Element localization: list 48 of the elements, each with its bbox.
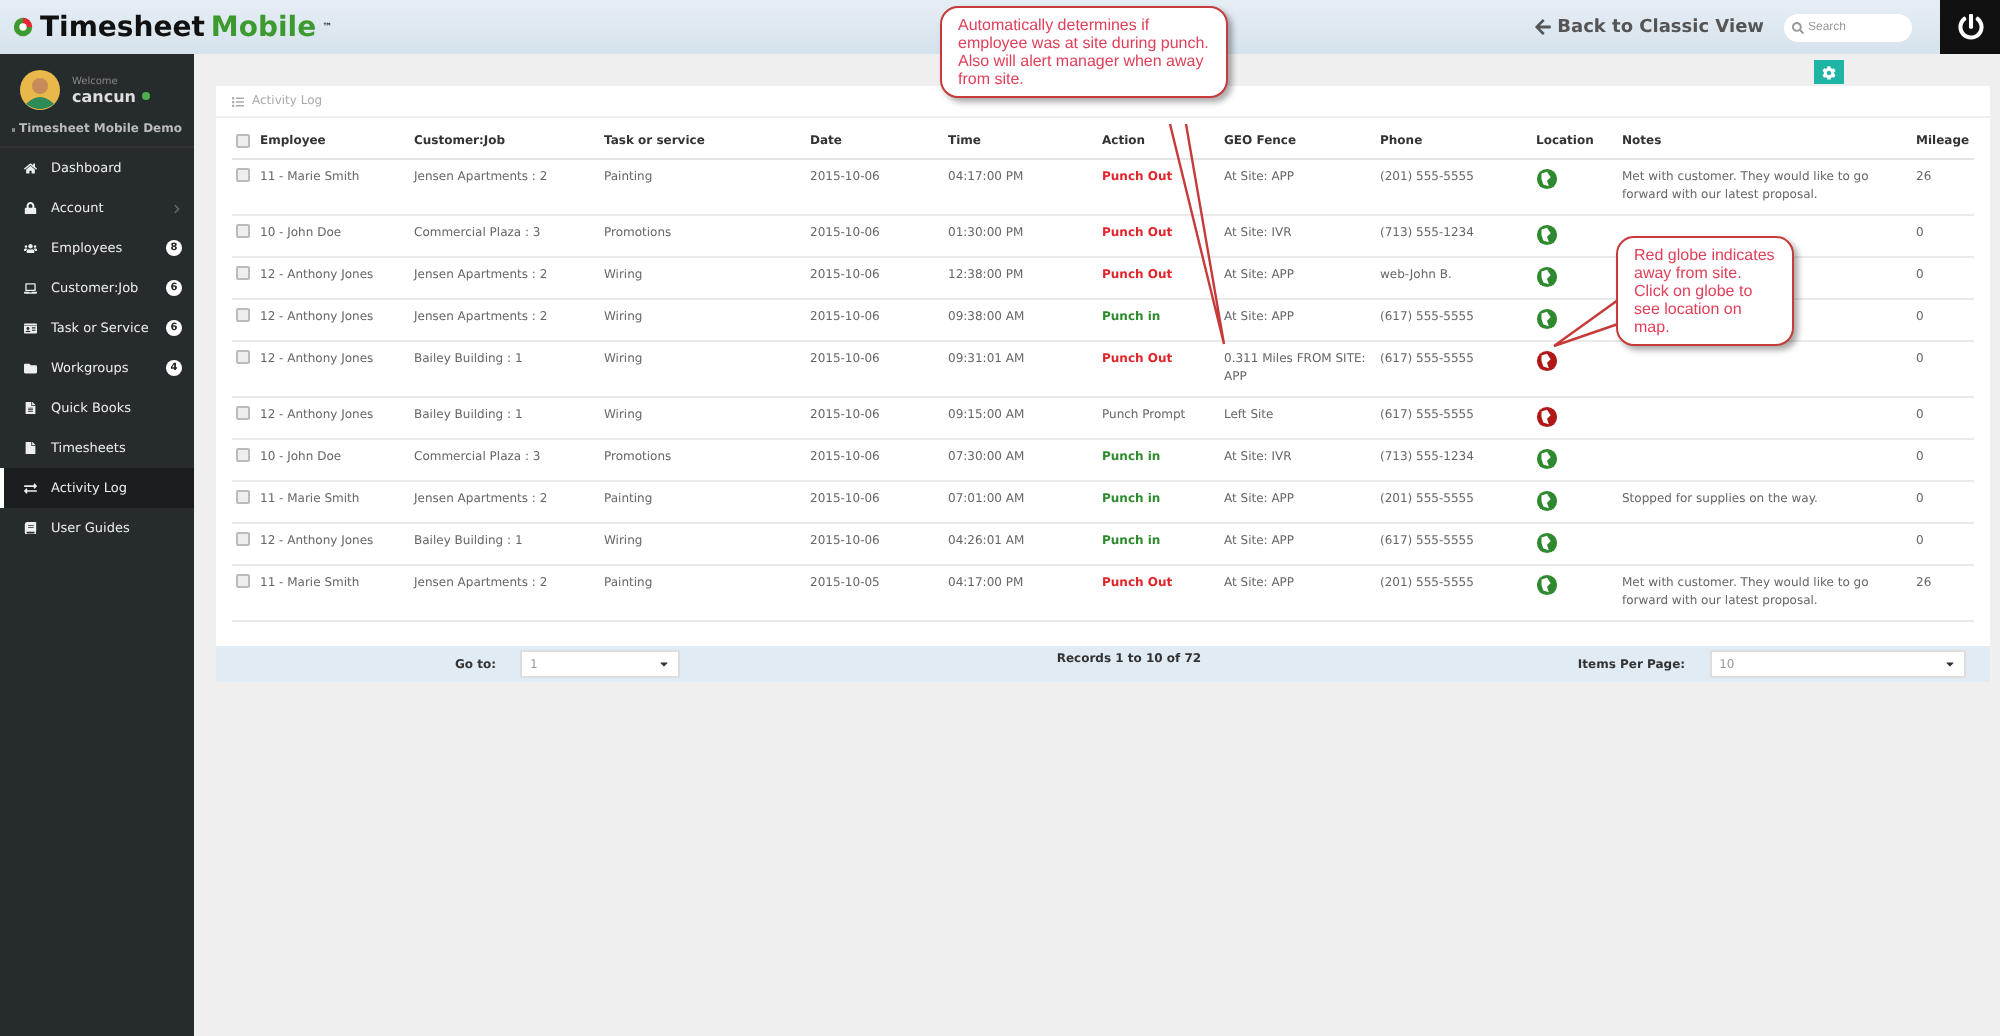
- power-icon: [1957, 14, 1983, 40]
- power-button[interactable]: [1940, 0, 2000, 54]
- globe-icon[interactable]: [1536, 490, 1558, 512]
- row-checkbox[interactable]: [236, 350, 250, 364]
- file-icon: [24, 441, 37, 455]
- globe-icon[interactable]: [1536, 532, 1558, 554]
- globe-icon[interactable]: [1536, 266, 1558, 288]
- globe-icon[interactable]: [1536, 308, 1558, 330]
- avatar-icon: [20, 70, 60, 110]
- globe-icon[interactable]: [1536, 406, 1558, 428]
- select-all-checkbox[interactable]: [236, 134, 250, 148]
- caret-icon: [658, 658, 670, 670]
- annotation-callout: Automatically determines if employee was at site during punch. Also will alert manager when away from site.: [940, 6, 1228, 98]
- document-icon: [24, 401, 37, 415]
- globe-icon[interactable]: [1536, 168, 1558, 190]
- globe-icon[interactable]: [1536, 574, 1558, 596]
- users-icon: [24, 241, 37, 255]
- search-icon: [1792, 21, 1804, 33]
- row-checkbox[interactable]: [236, 266, 250, 280]
- callout-pointer: [1552, 300, 1620, 348]
- book-icon: [24, 521, 37, 535]
- list-icon: [232, 95, 244, 107]
- id-card-icon: [24, 321, 37, 335]
- row-checkbox[interactable]: [236, 532, 250, 546]
- laptop-icon: [24, 281, 37, 295]
- row-checkbox[interactable]: [236, 448, 250, 462]
- arrow-left-icon: [1533, 18, 1552, 36]
- gear-icon: [1821, 65, 1836, 79]
- lock-icon: [24, 201, 37, 215]
- globe-icon[interactable]: [1536, 224, 1558, 246]
- globe-icon[interactable]: [1536, 448, 1558, 470]
- row-checkbox[interactable]: [236, 406, 250, 420]
- logo-icon: [12, 16, 34, 38]
- row-checkbox[interactable]: [236, 574, 250, 588]
- caret-icon: [1943, 658, 1956, 670]
- row-checkbox[interactable]: [236, 168, 250, 182]
- annotation-callout: Red globe indicates away from site. Click on globe to see location on map.: [1616, 236, 1794, 346]
- user-name: cancun: [72, 87, 136, 105]
- row-checkbox[interactable]: [236, 308, 250, 322]
- arrows-icon: [24, 481, 37, 495]
- back-link[interactable]: Back to Classic View: [1533, 17, 1764, 37]
- home-icon: [24, 161, 37, 175]
- row-checkbox[interactable]: [236, 224, 250, 238]
- row-checkbox[interactable]: [236, 490, 250, 504]
- globe-icon[interactable]: [1536, 350, 1558, 372]
- folder-icon: [24, 361, 37, 375]
- settings-button[interactable]: [1813, 60, 1844, 84]
- app-logo: Timesheet Mobile $^{™}$: [12, 11, 333, 43]
